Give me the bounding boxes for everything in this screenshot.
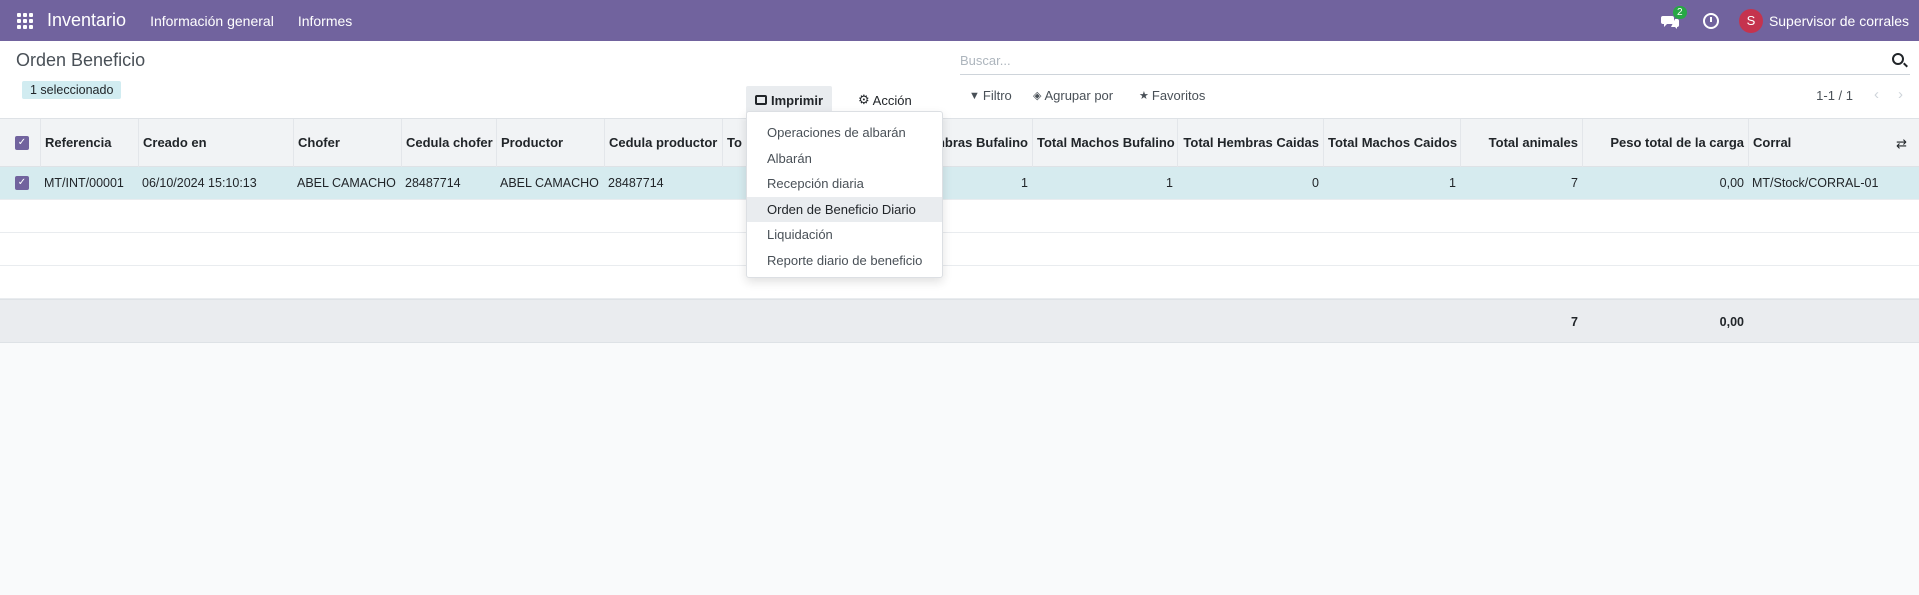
peso-total-sum: 0,00 bbox=[1719, 315, 1744, 329]
row-checkbox[interactable]: ✓ bbox=[15, 176, 29, 190]
column-header-peso-total[interactable]: Peso total de la carga bbox=[1582, 119, 1748, 167]
select-all-checkbox[interactable]: ✓ bbox=[15, 136, 29, 150]
page-title: Orden Beneficio bbox=[16, 50, 146, 70]
star-icon: ★ bbox=[1139, 90, 1149, 102]
messaging-button[interactable]: 2 bbox=[1660, 5, 1687, 31]
column-header-cedula-productor[interactable]: Cedula productor bbox=[604, 119, 722, 167]
chat-badge: 2 bbox=[1672, 5, 1687, 19]
column-header-total-animales[interactable]: Total animales bbox=[1460, 119, 1582, 167]
print-menu-item-reporte-diario[interactable]: Reporte diario de beneficio bbox=[747, 248, 942, 274]
column-header-productor[interactable]: Productor bbox=[496, 119, 604, 167]
top-navbar: Inventario Información general Informes … bbox=[0, 0, 1919, 41]
optional-columns-toggle-icon[interactable]: ⇄ bbox=[1896, 136, 1907, 152]
action-button[interactable]: ⚙ Acción bbox=[852, 86, 918, 114]
gear-icon: ⚙ bbox=[858, 92, 870, 107]
printer-icon bbox=[755, 95, 767, 105]
print-menu-item-orden-beneficio-diario[interactable]: Orden de Beneficio Diario bbox=[747, 196, 942, 222]
empty-row bbox=[0, 266, 1919, 299]
cell-machos-bufalino: 1 bbox=[1166, 176, 1173, 190]
cell-productor: ABEL CAMACHO bbox=[500, 176, 599, 190]
print-button-label: Imprimir bbox=[771, 92, 824, 108]
favorites-label: Favoritos bbox=[1151, 88, 1206, 103]
apps-menu-icon[interactable] bbox=[17, 12, 33, 29]
filter-icon: ▼ bbox=[969, 89, 980, 102]
cell-cedula-chofer: 28487714 bbox=[405, 176, 461, 190]
table-row[interactable]: ✓ MT/INT/00001 06/10/2024 15:10:13 ABEL … bbox=[0, 167, 1919, 200]
cell-total-animales: 7 bbox=[1571, 176, 1578, 190]
groupby-button[interactable]: ◈ Agrupar por bbox=[1033, 88, 1113, 103]
search-icon[interactable] bbox=[1892, 53, 1904, 65]
table-header: ✓ Referencia Creado en Chofer Cedula cho… bbox=[0, 119, 1919, 167]
action-button-label: Acción bbox=[872, 92, 912, 108]
column-header-hembras-caidas[interactable]: Total Hembras Caidas bbox=[1177, 119, 1323, 167]
cell-machos-caidos: 1 bbox=[1449, 176, 1456, 190]
print-dropdown-menu: Operaciones de albarán Albarán Recepción… bbox=[746, 111, 943, 278]
selection-count-badge: 1 seleccionado bbox=[22, 81, 122, 99]
activity-clock-icon[interactable] bbox=[1702, 12, 1719, 29]
search-bar bbox=[960, 47, 1910, 75]
cell-hembras-caidas: 0 bbox=[1312, 176, 1319, 190]
control-panel: Orden Beneficio 1 seleccionado Imprimir … bbox=[0, 41, 1919, 119]
cell-cedula-productor: 28487714 bbox=[608, 176, 664, 190]
column-header-corral[interactable]: Corral bbox=[1748, 119, 1888, 167]
user-avatar[interactable]: S bbox=[1738, 8, 1763, 33]
groupby-label: Agrupar por bbox=[1044, 88, 1114, 103]
filter-button[interactable]: ▼ Filtro bbox=[969, 88, 1012, 103]
pager-previous-icon[interactable]: ‹ bbox=[1874, 86, 1879, 103]
print-button[interactable]: Imprimir bbox=[746, 86, 833, 114]
cell-chofer: ABEL CAMACHO bbox=[297, 176, 396, 190]
layers-icon: ◈ bbox=[1033, 90, 1042, 102]
cell-peso-total: 0,00 bbox=[1719, 176, 1744, 190]
column-header-referencia[interactable]: Referencia bbox=[40, 119, 138, 167]
column-header-cedula-chofer[interactable]: Cedula chofer bbox=[401, 119, 496, 167]
menu-informacion-general[interactable]: Información general bbox=[150, 13, 274, 29]
total-animales-sum: 7 bbox=[1571, 315, 1578, 329]
table-footer-totals: 7 0,00 bbox=[0, 299, 1919, 343]
print-menu-item-operaciones-albaran[interactable]: Operaciones de albarán bbox=[747, 120, 942, 146]
navbar-systray: 2 S Supervisor de corrales bbox=[1660, 0, 1919, 41]
column-header-machos-caidos[interactable]: Total Machos Caidos bbox=[1323, 119, 1460, 167]
favorites-button[interactable]: ★ Favoritos bbox=[1139, 88, 1205, 103]
print-menu-item-recepcion-diaria[interactable]: Recepción diaria bbox=[747, 171, 942, 197]
print-menu-item-albaran[interactable]: Albarán bbox=[747, 146, 942, 172]
print-menu-item-liquidacion[interactable]: Liquidación bbox=[747, 222, 942, 248]
cell-creado-en: 06/10/2024 15:10:13 bbox=[142, 176, 257, 190]
cell-corral: MT/Stock/CORRAL-01 bbox=[1752, 176, 1879, 190]
column-header-machos-bufalino[interactable]: Total Machos Bufalino bbox=[1032, 119, 1177, 167]
column-header-chofer[interactable]: Chofer bbox=[293, 119, 401, 167]
pager-value[interactable]: 1-1 / 1 bbox=[1816, 88, 1853, 103]
cell-referencia: MT/INT/00001 bbox=[44, 176, 124, 190]
filter-label: Filtro bbox=[982, 88, 1012, 103]
list-view-table: ✓ Referencia Creado en Chofer Cedula cho… bbox=[0, 119, 1919, 343]
empty-row bbox=[0, 200, 1919, 233]
menu-informes[interactable]: Informes bbox=[298, 13, 352, 29]
user-name[interactable]: Supervisor de corrales bbox=[1769, 13, 1909, 29]
column-header-creado-en[interactable]: Creado en bbox=[138, 119, 293, 167]
search-input[interactable] bbox=[960, 47, 1860, 73]
pager-next-icon[interactable]: › bbox=[1898, 86, 1903, 103]
app-name[interactable]: Inventario bbox=[47, 10, 126, 31]
empty-row bbox=[0, 233, 1919, 266]
